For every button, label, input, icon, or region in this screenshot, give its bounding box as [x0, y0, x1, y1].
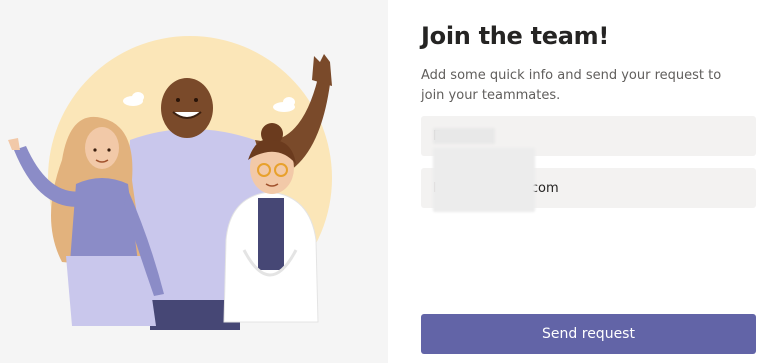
redacted-name [433, 128, 495, 144]
illustration-panel [0, 0, 388, 363]
man-hand [312, 54, 332, 86]
coat-shirt [258, 198, 284, 270]
woman-shirt [70, 178, 138, 262]
join-form: Join the team! Add some quick info and s… [388, 0, 765, 363]
man-head [161, 78, 213, 138]
page-title: Join the team! [421, 22, 609, 50]
woman-hand [8, 138, 20, 150]
teammates-illustration [8, 36, 332, 330]
form-description: Add some quick info and send your reques… [421, 68, 722, 103]
send-request-button[interactable]: Send request [421, 314, 756, 354]
redacted-email [433, 148, 535, 212]
woman-skirt [66, 256, 156, 326]
